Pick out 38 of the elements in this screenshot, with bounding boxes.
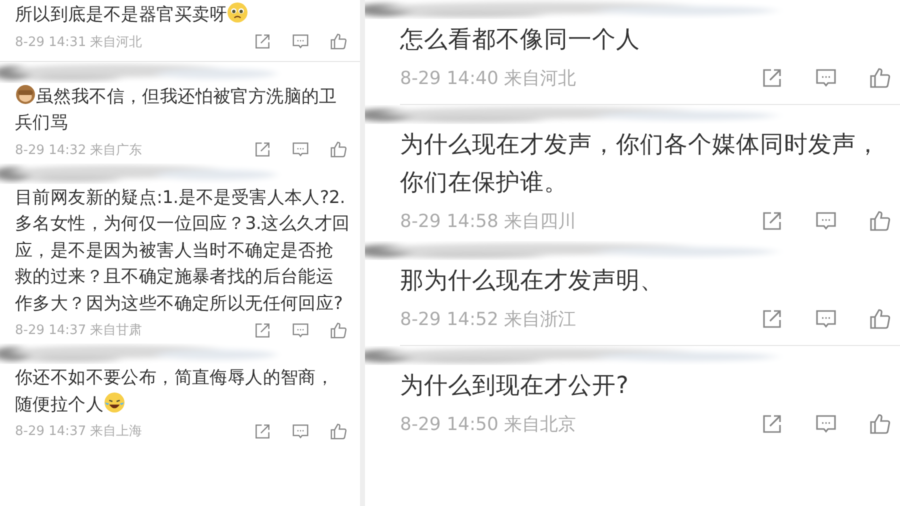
comment-timestamp: 8-29 14:50 来自北京 [400,413,576,436]
comment-text: 你还不如不要公布，简直侮辱人的智商，随便拉个人 [14,367,335,416]
comment-timestamp: 8-29 14:32 来自广东 [15,142,142,158]
share-icon[interactable] [253,320,272,340]
like-icon[interactable] [868,412,892,436]
like-icon[interactable] [868,66,892,90]
like-icon[interactable] [329,320,348,340]
like-icon[interactable] [329,140,348,159]
comment-icon[interactable] [291,320,310,340]
comment-icon[interactable] [291,422,310,440]
share-icon[interactable] [253,140,272,159]
share-icon[interactable] [760,307,784,331]
like-icon[interactable] [329,422,348,440]
comment-text: 虽然我不信，但我还怕被官方洗脑的卫兵们骂 [0,84,360,136]
comment-icon[interactable] [291,32,310,51]
comment-timestamp: 8-29 14:52 来自浙江 [400,308,576,331]
laughing-emoji-icon [104,392,125,412]
like-icon[interactable] [868,209,892,233]
comment-text: 为什么现在才发声，你们各个媒体同时发声，你们在保护谁。 [399,129,881,198]
share-icon[interactable] [760,66,784,90]
share-icon[interactable] [253,32,272,51]
comment-icon[interactable] [291,140,310,159]
like-icon[interactable] [868,307,892,331]
comment-text: 怎么看都不像同一个人 [399,24,641,55]
comment-text: 目前网友新的疑点:1.是不是受害人本人?2.多名女性，为何仅一位回应？3.这么久才回应，是不是因为被害人当时不确定是否抢救的过来？且不确定施暴者找的后台能运作多大？因为这些不确定所以无任何回应? [14,186,351,316]
comment-text: 那为什么现在才发声明、 [399,265,665,296]
share-icon[interactable] [760,209,784,233]
comment-timestamp: 8-29 14:37 来自上海 [15,423,142,440]
comment-timestamp: 8-29 14:37 来自甘肃 [15,322,142,339]
comment-text: 为什么到现在才公开? [399,370,630,401]
comment-timestamp: 8-29 14:58 来自四川 [400,210,576,233]
comment-timestamp: 8-29 14:40 来自河北 [400,67,576,90]
like-icon[interactable] [329,32,348,51]
share-icon[interactable] [760,412,784,436]
monkey-emoji-icon [15,84,36,104]
comment-text: 所以到底是不是器官买卖呀 [0,2,360,28]
comment-timestamp: 8-29 14:31 来自河北 [15,34,142,50]
share-icon[interactable] [253,422,272,440]
